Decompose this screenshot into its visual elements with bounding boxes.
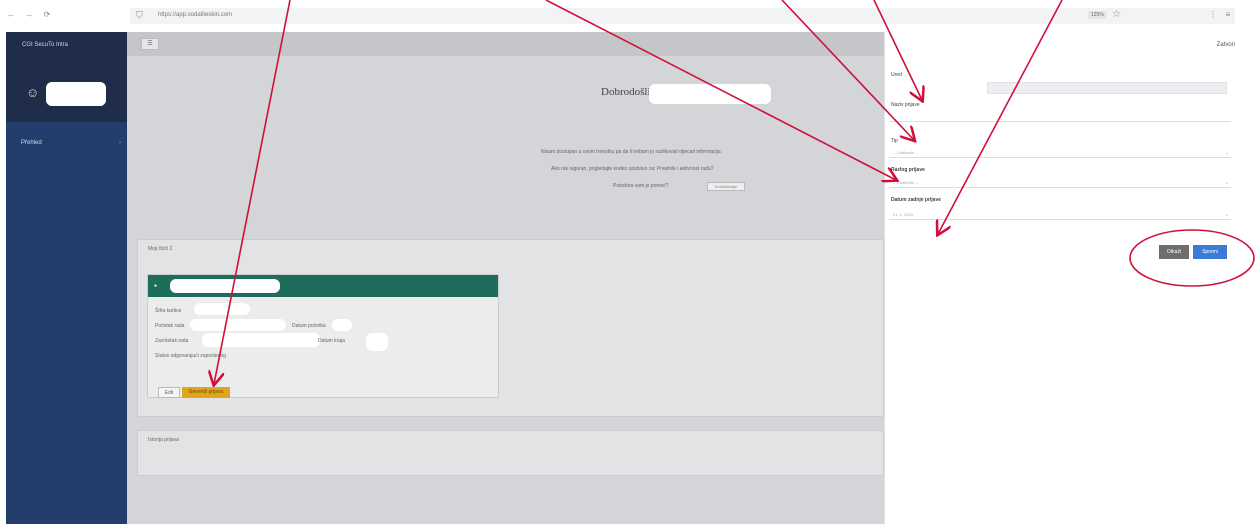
card-header: Istorija prijava bbox=[148, 437, 179, 443]
field-label-start: Početak rada bbox=[155, 323, 185, 329]
generate-button[interactable]: Generiši prijavu bbox=[182, 387, 230, 398]
side-panel: Zatvori Ured Naziv prijave Tip -- Odaber… bbox=[884, 32, 1255, 524]
reason-select-value: -- Odaberite -- bbox=[893, 180, 919, 185]
card-history: Istorija prijava bbox=[137, 430, 884, 476]
contact-button[interactable]: Kontaktirajte bbox=[707, 182, 745, 191]
redacted-value bbox=[366, 333, 388, 351]
info-message-1: Nisam dostupan u ovom trenutku pa da li … bbox=[541, 149, 722, 155]
browser-toolbar: ← → ⟳ ⛉ https://app.sodaliteskin.com 125… bbox=[0, 0, 1255, 32]
main-content: ☰ Dobrodošli Nisam dostupan u ovom trenu… bbox=[127, 32, 884, 524]
chevron-right-icon: › bbox=[119, 140, 121, 146]
date-select[interactable]: 01. 1. 2024 ⌄ bbox=[889, 210, 1231, 220]
field-label-card: Šifra kartice bbox=[155, 308, 182, 314]
date-select-value: 01. 1. 2024 bbox=[893, 212, 914, 217]
type-select[interactable]: -- Odaberite -- ⌄ bbox=[889, 148, 1231, 158]
url-text: https://app.sodaliteskin.com bbox=[158, 12, 233, 18]
zoom-level[interactable]: 125% bbox=[1088, 11, 1107, 19]
close-link[interactable]: Zatvori bbox=[1217, 42, 1235, 48]
extensions-icon[interactable]: ⋮ bbox=[1208, 10, 1218, 20]
chevron-down-icon: ⌄ bbox=[1224, 180, 1229, 186]
employee-card-label: ● bbox=[154, 283, 158, 289]
shield-icon: ⛉ bbox=[136, 10, 143, 20]
chevron-down-icon: ⌄ bbox=[1224, 212, 1229, 218]
bookmark-star-icon[interactable]: ☆ bbox=[1112, 9, 1121, 20]
field-label-start-date: Datum početka bbox=[292, 323, 326, 329]
field-label-end: Završetak rada bbox=[155, 338, 189, 344]
field-label-end-date: Datum kraja bbox=[318, 338, 345, 344]
office-input[interactable] bbox=[987, 82, 1227, 94]
greeting-title: Dobrodošli bbox=[601, 86, 651, 98]
redacted-value bbox=[332, 319, 352, 331]
sidebar-item-overview[interactable]: Přehled bbox=[21, 140, 42, 146]
reason-select[interactable]: -- Odaberite -- ⌄ bbox=[889, 178, 1231, 188]
menu-toggle-button[interactable]: ☰ bbox=[141, 38, 159, 50]
address-bar[interactable]: ⛉ https://app.sodaliteskin.com 125% ☆ bbox=[130, 8, 1235, 24]
redacted-name bbox=[649, 84, 771, 104]
app-title: CGI SecuTo Intra bbox=[22, 42, 69, 48]
main-topbar: ☰ bbox=[127, 32, 884, 56]
redacted-employee bbox=[170, 279, 280, 293]
redacted-username bbox=[46, 82, 106, 106]
edit-button[interactable]: Edit bbox=[158, 387, 180, 398]
type-select-value: -- Odaberite -- bbox=[893, 150, 919, 155]
redacted-value bbox=[202, 333, 320, 347]
submit-button[interactable]: Spremi bbox=[1193, 245, 1227, 259]
chevron-down-icon: ⌄ bbox=[1224, 150, 1229, 156]
back-arrow-icon[interactable]: ← bbox=[6, 10, 16, 20]
redacted-value bbox=[190, 319, 286, 331]
menu-icon[interactable]: ≡ bbox=[1223, 10, 1233, 20]
label-office: Ured bbox=[891, 72, 902, 78]
card-header: Moji čišći 2 bbox=[148, 246, 173, 252]
label-reason: Razlog prijave bbox=[891, 167, 925, 173]
employee-card-header: ● bbox=[148, 275, 498, 297]
forward-arrow-icon[interactable]: → bbox=[24, 10, 34, 20]
user-avatar-icon: ☺ bbox=[26, 85, 40, 100]
field-label-status: Status odgovarajući zaposlenog bbox=[155, 353, 226, 359]
help-text: Potrebna vam je pomoć? bbox=[613, 183, 669, 189]
cancel-button[interactable]: Otkaži bbox=[1159, 245, 1189, 259]
sidebar: CGI SecuTo Intra ☺ Přehled › bbox=[6, 32, 127, 524]
label-date: Datum zadnje prijave bbox=[891, 197, 942, 203]
info-message-2: Ako nisi siguran, pogledajte kratko uput… bbox=[551, 166, 714, 172]
reload-icon[interactable]: ⟳ bbox=[42, 10, 52, 20]
redacted-value bbox=[194, 303, 250, 315]
sidebar-header: CGI SecuTo Intra ☺ bbox=[6, 32, 127, 122]
name-field[interactable] bbox=[889, 112, 1231, 122]
label-type: Tip bbox=[891, 138, 898, 144]
employee-card: ● Šifra kartice Početak rada Datum počet… bbox=[147, 274, 499, 398]
label-name: Naziv prijave bbox=[891, 102, 920, 108]
